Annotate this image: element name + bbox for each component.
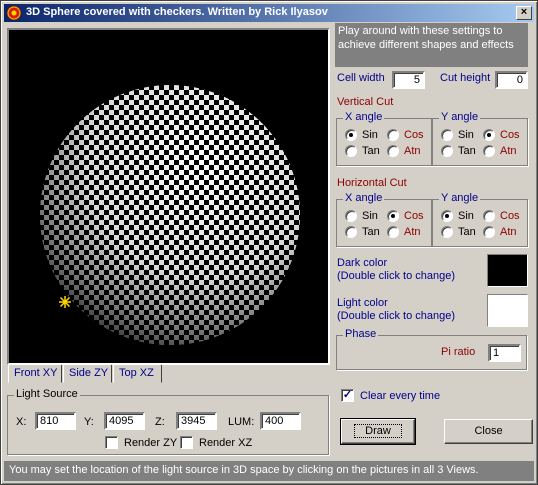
horizontal-x-angle-label: X angle — [343, 192, 385, 204]
light-x-input[interactable]: 810 — [35, 412, 76, 430]
lum-label: LUM: — [228, 416, 255, 428]
vertical-cut-label: Vertical Cut — [337, 96, 394, 108]
vertical-x-sin-radio[interactable]: Sin — [345, 129, 378, 141]
vertical-x-angle-label: X angle — [343, 111, 385, 123]
window-close-button[interactable]: × — [516, 6, 532, 20]
vertical-x-cos-radio[interactable]: Cos — [387, 129, 424, 141]
vertical-y-angle-label: Y angle — [439, 111, 481, 123]
light-z-input[interactable]: 3945 — [176, 412, 217, 430]
horizontal-x-cos-radio[interactable]: Cos — [387, 210, 424, 222]
light-z-label: Z: — [155, 416, 165, 428]
cut-height-input[interactable]: 0 — [495, 71, 528, 89]
cell-width-input[interactable]: 5 — [392, 71, 425, 89]
tab-side-zy[interactable]: Side ZY — [63, 364, 112, 383]
light-x-label: X: — [16, 416, 27, 428]
cut-height-label: Cut height — [440, 72, 491, 84]
dark-color-label: Dark color — [337, 257, 388, 269]
title-bar: 3D Sphere covered with checkers. Written… — [4, 4, 534, 22]
status-bar: You may set the location of the light so… — [4, 461, 534, 481]
horizontal-x-angle-group: X angle Sin Cos Tan Atn — [336, 192, 432, 247]
light-y-label: Y: — [84, 416, 94, 428]
horizontal-x-tan-radio[interactable]: Tan — [345, 226, 380, 238]
close-button[interactable]: Close — [444, 419, 533, 444]
app-window: 3D Sphere covered with checkers. Written… — [0, 0, 538, 485]
lum-input[interactable]: 400 — [260, 412, 301, 430]
dark-color-swatch[interactable] — [487, 254, 528, 287]
horizontal-y-cos-radio[interactable]: Cos — [483, 210, 520, 222]
dark-color-hint: (Double click to change) — [337, 270, 456, 282]
vertical-x-atn-radio[interactable]: Atn — [387, 145, 421, 157]
app-icon — [7, 6, 21, 20]
cell-width-label: Cell width — [337, 72, 385, 84]
vertical-y-cos-radio[interactable]: Cos — [483, 129, 520, 141]
light-source-group: Light Source X: 810 Y: 4095 Z: 3945 LUM:… — [7, 388, 329, 455]
horizontal-y-sin-radio[interactable]: Sin — [441, 210, 474, 222]
horizontal-x-sin-radio[interactable]: Sin — [345, 210, 378, 222]
pi-ratio-label: Pi ratio — [441, 346, 476, 358]
sphere-canvas[interactable] — [7, 28, 330, 365]
draw-button[interactable]: Draw — [340, 418, 416, 445]
sphere-render — [40, 85, 300, 345]
horizontal-cut-label: Horizontal Cut — [337, 177, 407, 189]
light-color-label: Light color — [337, 297, 388, 309]
phase-label: Phase — [343, 328, 379, 340]
light-color-hint: (Double click to change) — [337, 310, 456, 322]
render-zy-checkbox[interactable]: Render ZY — [105, 436, 177, 449]
render-xz-checkbox[interactable]: Render XZ — [180, 436, 252, 449]
light-sun-icon[interactable] — [59, 296, 71, 308]
clear-every-time-checkbox[interactable]: ✓ Clear every time — [341, 389, 440, 402]
vertical-y-tan-radio[interactable]: Tan — [441, 145, 476, 157]
vertical-y-sin-radio[interactable]: Sin — [441, 129, 474, 141]
light-source-label: Light Source — [14, 388, 80, 400]
vertical-y-atn-radio[interactable]: Atn — [483, 145, 517, 157]
vertical-y-angle-group: Y angle Sin Cos Tan Atn — [432, 111, 528, 166]
info-box: Play around with these settings to achie… — [335, 23, 528, 67]
horizontal-x-atn-radio[interactable]: Atn — [387, 226, 421, 238]
horizontal-y-angle-label: Y angle — [439, 192, 481, 204]
horizontal-y-tan-radio[interactable]: Tan — [441, 226, 476, 238]
phase-group: Phase Pi ratio 1 — [336, 328, 527, 370]
vertical-x-tan-radio[interactable]: Tan — [345, 145, 380, 157]
horizontal-y-angle-group: Y angle Sin Cos Tan Atn — [432, 192, 528, 247]
light-color-swatch[interactable] — [487, 294, 528, 327]
pi-ratio-input[interactable]: 1 — [488, 344, 521, 362]
window-title: 3D Sphere covered with checkers. Written… — [26, 6, 328, 18]
tab-front-xy[interactable]: Front XY — [8, 364, 62, 383]
light-y-input[interactable]: 4095 — [104, 412, 145, 430]
tab-top-xz[interactable]: Top XZ — [113, 364, 162, 383]
vertical-x-angle-group: X angle Sin Cos Tan Atn — [336, 111, 432, 166]
horizontal-y-atn-radio[interactable]: Atn — [483, 226, 517, 238]
